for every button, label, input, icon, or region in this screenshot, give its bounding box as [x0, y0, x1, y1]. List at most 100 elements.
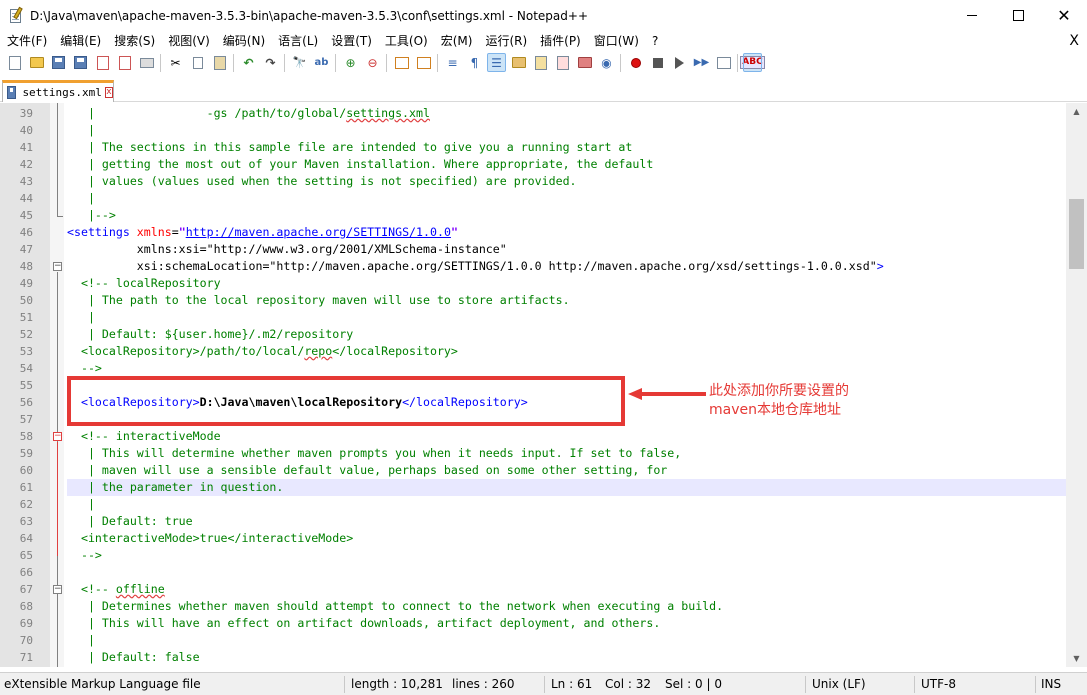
- status-line: Ln : 61: [551, 677, 593, 691]
- editor-line[interactable]: 64 <interactiveMode>true</interactiveMod…: [0, 530, 1066, 547]
- editor-line[interactable]: 48 xsi:schemaLocation="http://maven.apac…: [0, 258, 1066, 275]
- editor-line[interactable]: 66: [0, 564, 1066, 581]
- scrollbar-thumb[interactable]: [1069, 199, 1084, 269]
- menu-search[interactable]: 搜索(S): [107, 31, 161, 51]
- toolbar-separator: [437, 53, 438, 72]
- close-icon[interactable]: [94, 54, 111, 71]
- editor-line[interactable]: 65 -->: [0, 547, 1066, 564]
- line-code: | Default: true: [67, 514, 193, 528]
- menu-window[interactable]: 窗口(W): [587, 31, 645, 51]
- editor[interactable]: − − − 39 | -gs /path/to/global/settings.xm…: [0, 103, 1087, 667]
- line-number: 64: [19, 532, 33, 545]
- scroll-down-icon[interactable]: ▼: [1066, 650, 1087, 667]
- editor-line[interactable]: 52 | Default: ${user.home}/.m2/repositor…: [0, 326, 1066, 343]
- print-icon[interactable]: [138, 54, 155, 71]
- find-icon[interactable]: 🔭: [291, 54, 308, 71]
- editor-line[interactable]: 44 |: [0, 190, 1066, 207]
- show-all-chars-icon[interactable]: ¶: [466, 54, 483, 71]
- status-encoding[interactable]: UTF-8: [921, 673, 956, 695]
- zoom-out-icon[interactable]: ⊖: [364, 54, 381, 71]
- undo-icon[interactable]: ↶: [240, 54, 257, 71]
- word-wrap-icon[interactable]: ≡: [444, 54, 461, 71]
- editor-line[interactable]: 67 <!-- offline: [0, 581, 1066, 598]
- scroll-up-icon[interactable]: ▲: [1066, 103, 1087, 120]
- line-code: | The path to the local repository maven…: [67, 293, 570, 307]
- tab-close-icon[interactable]: x: [104, 87, 113, 98]
- editor-line[interactable]: 68 | Determines whether maven should att…: [0, 598, 1066, 615]
- sync-vertical-icon[interactable]: [393, 54, 410, 71]
- close-all-icon[interactable]: [116, 54, 133, 71]
- editor-line[interactable]: 69 | This will have an effect on artifac…: [0, 615, 1066, 632]
- menu-run[interactable]: 运行(R): [478, 31, 533, 51]
- editor-line[interactable]: 58 <!-- interactiveMode: [0, 428, 1066, 445]
- menu-macro[interactable]: 宏(M): [434, 31, 479, 51]
- menu-help[interactable]: ?: [645, 31, 664, 51]
- indent-guide-icon[interactable]: ☰: [487, 53, 506, 72]
- maximize-button[interactable]: [995, 0, 1041, 31]
- close-window-button[interactable]: ✕: [1041, 0, 1087, 31]
- editor-line[interactable]: 39 | -gs /path/to/global/settings.xml: [0, 105, 1066, 122]
- save-icon[interactable]: [50, 54, 67, 71]
- monitoring-icon[interactable]: [576, 54, 593, 71]
- menu-language[interactable]: 语言(L): [271, 31, 324, 51]
- vertical-scrollbar[interactable]: ▲ ▼: [1066, 103, 1087, 667]
- run-macro-multiple-icon[interactable]: ▶▶: [693, 54, 710, 71]
- editor-line[interactable]: 60 | maven will use a sensible default v…: [0, 462, 1066, 479]
- zoom-in-icon[interactable]: ⊕: [342, 54, 359, 71]
- editor-line[interactable]: 42 | getting the most out of your Maven …: [0, 156, 1066, 173]
- folder-workspace-icon[interactable]: [554, 54, 571, 71]
- replace-icon[interactable]: ab: [313, 54, 330, 71]
- editor-line[interactable]: 41 | The sections in this sample file ar…: [0, 139, 1066, 156]
- play-macro-icon[interactable]: [671, 54, 688, 71]
- editor-line[interactable]: 40 |: [0, 122, 1066, 139]
- editor-line[interactable]: 49 <!-- localRepository: [0, 275, 1066, 292]
- menu-file[interactable]: 文件(F): [0, 31, 53, 51]
- editor-line[interactable]: 53 <localRepository>/path/to/local/repo<…: [0, 343, 1066, 360]
- copy-icon[interactable]: [189, 54, 206, 71]
- spell-check-icon[interactable]: ABC: [740, 53, 765, 72]
- tab-settings-xml[interactable]: settings.xml x: [2, 80, 114, 102]
- editor-line[interactable]: 59 | This will determine whether maven p…: [0, 445, 1066, 462]
- menu-encoding[interactable]: 编码(N): [216, 31, 271, 51]
- sync-horizontal-icon[interactable]: [415, 54, 432, 71]
- status-insert-mode[interactable]: INS: [1041, 673, 1061, 695]
- save-all-icon[interactable]: [72, 54, 89, 71]
- record-macro-icon[interactable]: [627, 54, 644, 71]
- editor-line[interactable]: 47 xmlns:xsi="http://www.w3.org/2001/XML…: [0, 241, 1066, 258]
- menu-edit[interactable]: 编辑(E): [53, 31, 107, 51]
- menu-settings[interactable]: 设置(T): [324, 31, 378, 51]
- editor-line[interactable]: 54 -->: [0, 360, 1066, 377]
- menu-plugins[interactable]: 插件(P): [533, 31, 587, 51]
- menu-tools[interactable]: 工具(O): [378, 31, 434, 51]
- line-number: 59: [19, 447, 33, 460]
- stop-macro-icon[interactable]: [649, 54, 666, 71]
- editor-line[interactable]: 63 | Default: true: [0, 513, 1066, 530]
- save-macro-icon[interactable]: [715, 54, 732, 71]
- toolbar-separator: [284, 53, 285, 72]
- open-file-icon[interactable]: [28, 54, 45, 71]
- line-code: | -gs /path/to/global/settings.xml: [67, 106, 430, 120]
- editor-line[interactable]: 71 | Default: false: [0, 649, 1066, 666]
- menu-view[interactable]: 视图(V): [161, 31, 216, 51]
- cut-icon[interactable]: ✂: [167, 54, 184, 71]
- highlight-box: [67, 376, 625, 426]
- close-document-button[interactable]: X: [1069, 31, 1079, 51]
- document-map-icon[interactable]: [510, 54, 527, 71]
- editor-line[interactable]: 43 | values (values used when the settin…: [0, 173, 1066, 190]
- minimize-button[interactable]: [949, 0, 995, 31]
- editor-line[interactable]: 50 | The path to the local repository ma…: [0, 292, 1066, 309]
- new-file-icon[interactable]: [6, 54, 23, 71]
- editor-line[interactable]: 51 |: [0, 309, 1066, 326]
- function-list-icon[interactable]: [532, 54, 549, 71]
- line-number: 43: [19, 175, 33, 188]
- editor-line[interactable]: 62 |: [0, 496, 1066, 513]
- redo-icon[interactable]: ↷: [262, 54, 279, 71]
- status-eol[interactable]: Unix (LF): [812, 673, 866, 695]
- eye-icon[interactable]: ◉: [598, 54, 615, 71]
- paste-icon[interactable]: [211, 54, 228, 71]
- editor-line[interactable]: 70 |: [0, 632, 1066, 649]
- toolbar-separator: [737, 53, 738, 72]
- editor-line[interactable]: 45 |-->: [0, 207, 1066, 224]
- editor-line[interactable]: 46 <settings xmlns="http://maven.apache.o…: [0, 224, 1066, 241]
- editor-line[interactable]: 61 | the parameter in question.: [0, 479, 1066, 496]
